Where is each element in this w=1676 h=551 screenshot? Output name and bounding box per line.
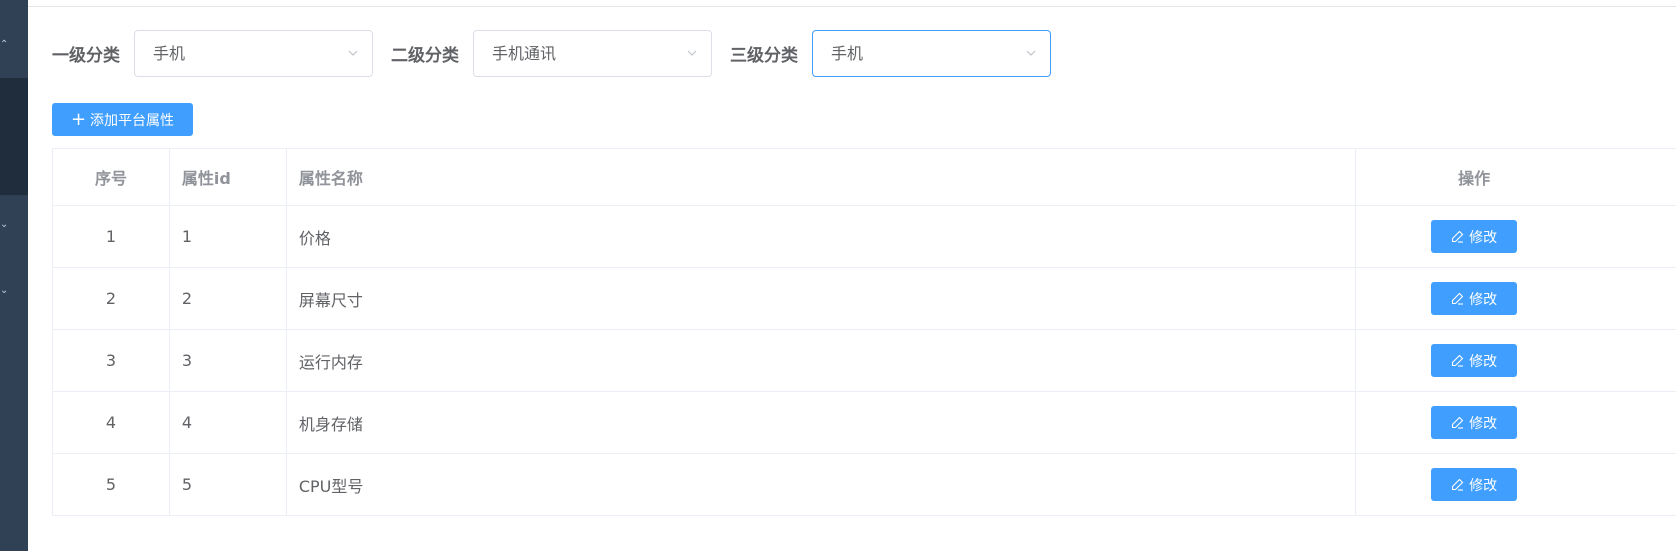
table-row: 2 2 屏幕尺寸 修改 [53, 268, 1676, 330]
row-id: 3 [170, 330, 287, 391]
level2-category-select[interactable]: 手机通讯 [473, 30, 712, 77]
row-id: 4 [170, 392, 287, 453]
row-index: 2 [53, 268, 170, 329]
row-id: 5 [170, 454, 287, 515]
level3-category-select[interactable]: 手机 [812, 30, 1051, 77]
row-action-cell: 修改 [1356, 392, 1676, 453]
level1-category-select[interactable]: 手机 [134, 30, 373, 77]
row-name: 机身存储 [287, 392, 1357, 453]
chevron-up-icon: ⌃ [0, 39, 9, 50]
level3-category-label: 三级分类 [730, 46, 798, 66]
sidebar: ⌃ ⌄ ⌄ [0, 0, 28, 551]
edit-label: 修改 [1469, 291, 1498, 308]
header-divider [28, 6, 1676, 7]
plus-icon: + [70, 108, 87, 130]
level1-category-value: 手机 [153, 44, 186, 63]
row-name: 价格 [287, 206, 1357, 267]
edit-button[interactable]: 修改 [1431, 344, 1518, 377]
edit-label: 修改 [1469, 353, 1498, 370]
header-index: 序号 [53, 149, 170, 205]
row-name: CPU型号 [287, 454, 1357, 515]
header-action: 操作 [1458, 169, 1491, 188]
category-filter-form: 一级分类 手机 二级分类 手机通讯 三级分类 手机 [52, 30, 1069, 77]
sidebar-active-item[interactable] [0, 78, 28, 195]
row-index: 1 [53, 206, 170, 267]
row-name: 运行内存 [287, 330, 1357, 391]
row-action-cell: 修改 [1356, 454, 1676, 515]
row-id: 1 [170, 206, 287, 267]
edit-icon [1452, 230, 1464, 243]
table-header: 序号 属性id 属性名称 操作 [53, 149, 1676, 206]
row-action-cell: 修改 [1356, 206, 1676, 267]
row-index: 5 [53, 454, 170, 515]
row-name: 屏幕尺寸 [287, 268, 1357, 329]
chevron-down-icon: ⌄ [0, 219, 9, 230]
level2-category-value: 手机通讯 [492, 44, 557, 63]
edit-label: 修改 [1469, 415, 1498, 432]
level1-category-label: 一级分类 [52, 46, 120, 66]
edit-icon [1452, 292, 1464, 305]
table-row: 4 4 机身存储 修改 [53, 392, 1676, 454]
table-row: 3 3 运行内存 修改 [53, 330, 1676, 392]
chevron-down-icon [1026, 50, 1036, 56]
header-id: 属性id [170, 149, 287, 205]
row-action-cell: 修改 [1356, 268, 1676, 329]
edit-button[interactable]: 修改 [1431, 220, 1518, 253]
chevron-down-icon [687, 50, 697, 56]
edit-button[interactable]: 修改 [1431, 282, 1518, 315]
edit-label: 修改 [1469, 229, 1498, 246]
edit-label: 修改 [1469, 477, 1498, 494]
row-id: 2 [170, 268, 287, 329]
edit-icon [1452, 416, 1464, 429]
attribute-table: 序号 属性id 属性名称 操作 1 1 价格 修改 2 2 屏幕尺寸 修改 3 … [52, 148, 1676, 516]
edit-icon [1452, 354, 1464, 367]
chevron-down-icon: ⌄ [0, 285, 9, 296]
edit-button[interactable]: 修改 [1431, 468, 1518, 501]
add-attribute-label: 添加平台属性 [90, 112, 175, 129]
edit-button[interactable]: 修改 [1431, 406, 1518, 439]
header-name: 属性名称 [287, 149, 1357, 205]
row-index: 4 [53, 392, 170, 453]
table-row: 1 1 价格 修改 [53, 206, 1676, 268]
edit-icon [1452, 478, 1464, 491]
row-action-cell: 修改 [1356, 330, 1676, 391]
level2-category-label: 二级分类 [391, 46, 459, 66]
table-row: 5 5 CPU型号 修改 [53, 454, 1676, 516]
level3-category-value: 手机 [831, 44, 864, 63]
chevron-down-icon [348, 50, 358, 56]
add-attribute-button[interactable]: + 添加平台属性 [52, 103, 193, 136]
row-index: 3 [53, 330, 170, 391]
